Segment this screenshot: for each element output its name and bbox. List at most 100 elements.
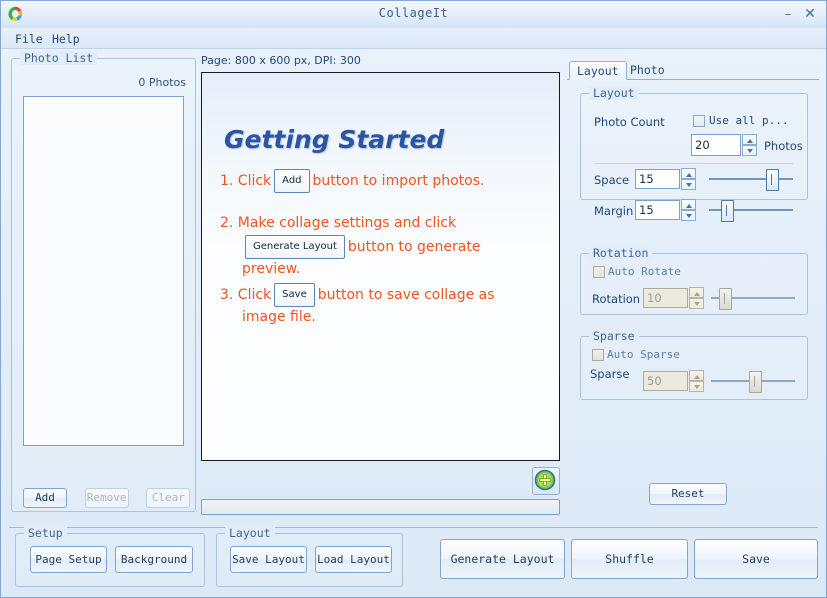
- auto-rotate-checkbox[interactable]: [593, 266, 605, 278]
- margin-stepper-down[interactable]: [681, 210, 696, 221]
- margin-field-label: Margin: [594, 204, 634, 218]
- collageit-window: CollageIt – ✕ File Help Photo List 0 Pho…: [0, 0, 827, 598]
- step-3-save-button[interactable]: Save: [274, 283, 315, 307]
- title-bar: CollageIt – ✕: [1, 1, 826, 29]
- sparse-slider-thumb[interactable]: [749, 371, 762, 393]
- rotation-field-label: Rotation: [592, 292, 641, 306]
- step-3-text-after: button to save collage as: [317, 287, 495, 303]
- photo-count-label: 0 Photos: [138, 76, 186, 89]
- sparse-settings-group: Sparse Auto Sparse Sparse 50: [580, 329, 808, 400]
- background-button[interactable]: Background: [115, 546, 193, 573]
- page-setup-button[interactable]: Page Setup: [30, 546, 107, 573]
- layout-bottom-group: Layout Save Layout Load Layout: [216, 526, 403, 587]
- space-input[interactable]: 15: [635, 169, 680, 189]
- tab-photo[interactable]: Photo: [623, 61, 672, 80]
- generate-layout-button[interactable]: Generate Layout: [440, 539, 565, 579]
- step-2-line-2: Generate Layout button to generate: [242, 235, 550, 259]
- sparse-stepper[interactable]: [689, 370, 704, 392]
- minimize-button[interactable]: –: [779, 6, 797, 23]
- photo-count-input[interactable]: 20: [691, 134, 741, 156]
- window-title: CollageIt: [378, 6, 449, 20]
- layout-bottom-group-label: Layout: [225, 526, 275, 540]
- photo-count-field-label: Photo Count: [594, 115, 665, 129]
- photo-count-stepper-down[interactable]: [742, 145, 757, 156]
- photo-count-stepper-up[interactable]: [742, 134, 757, 145]
- setup-group: Setup Page Setup Background: [15, 526, 205, 587]
- layout-divider: [595, 163, 793, 164]
- step-1-text-before: 1. Click: [220, 173, 272, 189]
- photo-list-panel: Photo List 0 Photos Add Remove Clear: [11, 51, 196, 512]
- margin-input[interactable]: 15: [635, 200, 680, 220]
- rotation-input[interactable]: 10: [643, 288, 688, 308]
- layout-group-label: Layout: [589, 86, 639, 100]
- step-2-line-3: preview.: [242, 261, 301, 277]
- sparse-input[interactable]: 50: [643, 371, 688, 391]
- getting-started-title: Getting Started: [224, 125, 445, 154]
- save-collage-button[interactable]: Save: [694, 539, 818, 579]
- menu-item-help[interactable]: Help: [47, 31, 85, 47]
- zoom-in-button[interactable]: [532, 467, 560, 495]
- photo-list-buttons: Add Remove Clear: [23, 486, 191, 508]
- space-stepper[interactable]: [681, 168, 696, 190]
- rotation-slider[interactable]: [711, 287, 795, 310]
- auto-sparse-label: Auto Sparse: [607, 348, 680, 361]
- space-field-label: Space: [594, 173, 630, 187]
- menu-item-file[interactable]: File: [10, 31, 48, 47]
- progress-bar: [201, 499, 560, 515]
- setup-group-label: Setup: [24, 526, 67, 540]
- rotation-stepper[interactable]: [689, 287, 704, 309]
- bottom-separator: [9, 527, 818, 528]
- settings-tabstrip: Layout Photo: [567, 61, 819, 80]
- margin-slider[interactable]: [709, 199, 793, 222]
- rotation-group-label: Rotation: [589, 246, 653, 260]
- sparse-slider[interactable]: [711, 370, 795, 393]
- sparse-stepper-up[interactable]: [689, 370, 704, 381]
- sparse-field-label: Sparse: [590, 367, 630, 381]
- rotation-settings-group: Rotation Auto Rotate Rotation 10: [580, 246, 808, 315]
- space-stepper-up[interactable]: [681, 168, 696, 179]
- getting-started-step-2: 2. Make collage settings and click Gener…: [220, 213, 550, 279]
- rotation-slider-thumb[interactable]: [719, 288, 732, 310]
- close-button[interactable]: ✕: [801, 6, 819, 23]
- preview-canvas[interactable]: Getting Started 1. Click Add button to imp…: [201, 72, 560, 461]
- auto-sparse-checkbox[interactable]: [592, 349, 604, 361]
- photo-count-stepper[interactable]: [742, 134, 757, 156]
- add-photo-button[interactable]: Add: [23, 488, 67, 508]
- zoom-in-plus-icon: [534, 469, 556, 491]
- layout-settings-group: Layout Photo Count Use all p... 20 Photo…: [580, 86, 808, 222]
- sparse-group-label: Sparse: [589, 329, 639, 343]
- margin-stepper-up[interactable]: [681, 199, 696, 210]
- photo-list-group-label: Photo List: [20, 51, 98, 65]
- step-2-text-before: 2. Make collage settings and click: [220, 215, 457, 231]
- sparse-stepper-down[interactable]: [689, 381, 704, 392]
- save-layout-button[interactable]: Save Layout: [230, 546, 307, 573]
- settings-panel: Layout Photo Layout Photo Count Use all …: [567, 61, 819, 511]
- space-slider-thumb[interactable]: [766, 169, 779, 191]
- rotation-stepper-up[interactable]: [689, 287, 704, 298]
- step-1-add-button[interactable]: Add: [274, 169, 310, 193]
- getting-started-step-1: 1. Click Add button to import photos.: [220, 169, 484, 193]
- step-3-text-before: 3. Click: [220, 287, 272, 303]
- remove-photo-button[interactable]: Remove: [84, 488, 129, 508]
- auto-rotate-label: Auto Rotate: [608, 265, 681, 278]
- page-info-label: Page: 800 x 600 px, DPI: 300: [201, 54, 361, 67]
- step-2-generate-layout-button[interactable]: Generate Layout: [245, 235, 345, 259]
- load-layout-button[interactable]: Load Layout: [315, 546, 392, 573]
- photos-unit-label: Photos: [764, 139, 803, 153]
- step-1-text-after: button to import photos.: [312, 173, 485, 189]
- menu-bar: File Help: [1, 28, 826, 49]
- margin-slider-thumb[interactable]: [721, 200, 734, 222]
- reset-button[interactable]: Reset: [649, 483, 727, 505]
- photo-listbox[interactable]: [23, 96, 184, 446]
- margin-stepper[interactable]: [681, 199, 696, 221]
- clear-photos-button[interactable]: Clear: [146, 488, 191, 508]
- rotation-stepper-down[interactable]: [689, 298, 704, 309]
- use-all-photos-label: Use all p...: [709, 114, 789, 127]
- use-all-photos-checkbox[interactable]: [693, 115, 705, 127]
- space-stepper-down[interactable]: [681, 179, 696, 190]
- step-3-line-2: image file.: [242, 309, 316, 325]
- shuffle-button[interactable]: Shuffle: [571, 539, 688, 579]
- space-slider[interactable]: [709, 168, 793, 191]
- step-2-text-after: button to generate: [347, 239, 481, 255]
- tab-layout[interactable]: Layout: [569, 61, 627, 80]
